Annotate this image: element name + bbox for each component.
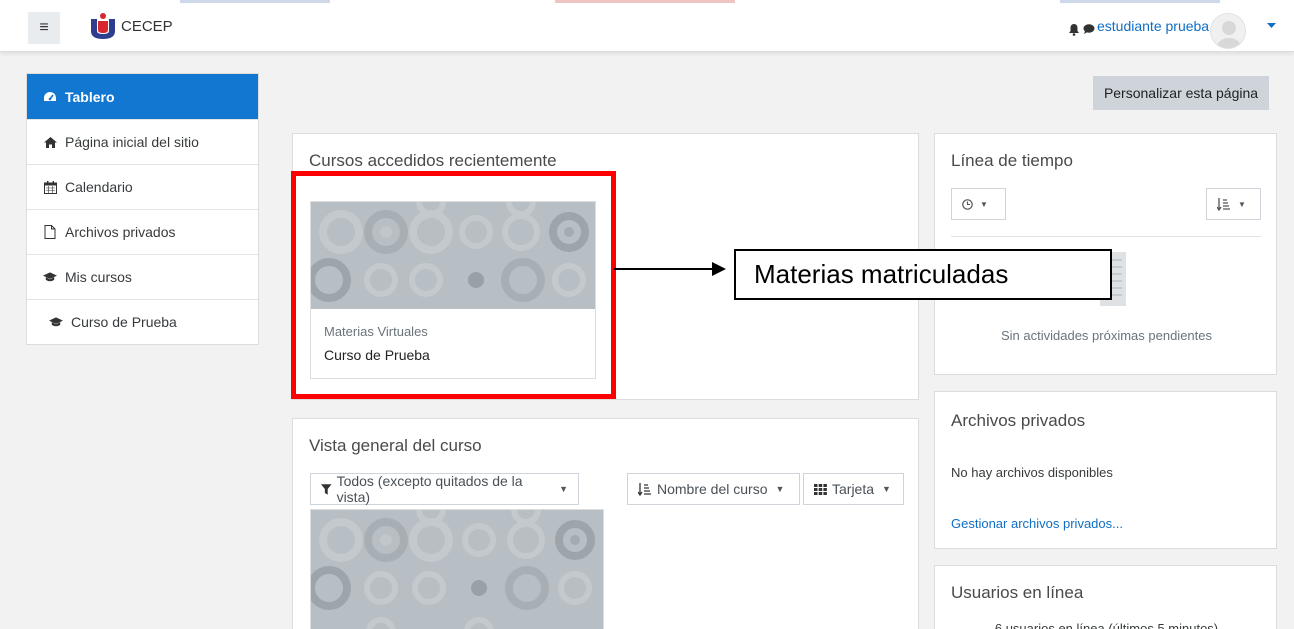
avatar[interactable]	[1210, 13, 1246, 49]
user-menu-name[interactable]: estudiante prueba	[1097, 18, 1209, 34]
chevron-down-icon: ▼	[775, 484, 785, 494]
site-name[interactable]: CECEP	[121, 18, 173, 35]
messages-chat-icon[interactable]	[1083, 23, 1095, 35]
annotation-callout: Materias matriculadas	[734, 249, 1112, 300]
chevron-down-icon: ▼	[980, 199, 988, 209]
notifications-bell-icon[interactable]	[1068, 23, 1080, 36]
sidebar-item-calendar[interactable]: Calendario	[27, 164, 258, 209]
sidebar-item-private-files[interactable]: Archivos privados	[27, 209, 258, 254]
chevron-down-icon: ▼	[559, 484, 568, 494]
course-overview-block: Vista general del curso Todos (excepto q…	[292, 418, 919, 629]
sidebar-item-label: Mis cursos	[65, 269, 132, 285]
home-icon	[43, 135, 57, 149]
sidebar-item-label: Archivos privados	[65, 224, 176, 240]
clock-icon	[962, 198, 973, 210]
sidebar-item-home[interactable]: Página inicial del sitio	[27, 119, 258, 164]
graduation-cap-icon	[49, 315, 63, 329]
course-image[interactable]	[311, 510, 603, 629]
sidebar-nav: Tablero Página inicial del sitio Calenda…	[26, 73, 259, 345]
menu-toggle-button[interactable]: ≡	[28, 12, 60, 44]
block-title: Cursos accedidos recientemente	[309, 151, 557, 170]
sort-label: Nombre del curso	[657, 481, 768, 497]
block-title: Archivos privados	[951, 411, 1086, 430]
course-sort-dropdown[interactable]: Nombre del curso ▼	[627, 473, 800, 505]
annotation-arrow-head	[712, 262, 726, 276]
sidebar-item-my-courses[interactable]: Mis cursos	[27, 254, 258, 299]
graduation-cap-icon	[43, 270, 57, 284]
block-title: Línea de tiempo	[951, 151, 1073, 170]
sidebar-item-label: Calendario	[65, 179, 133, 195]
annotation-arrow	[614, 268, 724, 270]
highlight-box	[291, 171, 616, 399]
private-files-block: Archivos privados No hay archivos dispon…	[934, 391, 1277, 549]
sidebar-item-label: Página inicial del sitio	[65, 134, 199, 150]
course-card[interactable]	[310, 509, 604, 629]
sort-icon	[638, 482, 651, 496]
filter-label: Todos (excepto quitados de la vista)	[336, 473, 523, 505]
chevron-down-icon: ▼	[1238, 199, 1246, 209]
site-logo[interactable]	[88, 11, 118, 41]
view-label: Tarjeta	[832, 481, 875, 497]
sidebar-item-label: Tablero	[65, 88, 115, 105]
filter-icon	[321, 483, 332, 495]
hamburger-icon: ≡	[39, 19, 49, 36]
timeline-sort-dropdown[interactable]: ▼	[1206, 188, 1261, 220]
timeline-filter-dropdown[interactable]: ▼	[951, 188, 1006, 220]
private-files-empty-text: No hay archivos disponibles	[951, 465, 1113, 480]
calendar-icon	[43, 180, 57, 194]
course-view-dropdown[interactable]: Tarjeta ▼	[803, 473, 904, 505]
navbar: ≡ CECEP estudiante prueba	[0, 4, 1294, 52]
grid-icon	[814, 483, 827, 495]
divider	[951, 236, 1261, 237]
block-title: Vista general del curso	[309, 436, 482, 455]
user-menu-caret-icon[interactable]	[1267, 23, 1276, 29]
customize-page-button[interactable]: Personalizar esta página	[1093, 76, 1269, 110]
file-icon	[43, 225, 57, 239]
sidebar-item-curso-de-prueba[interactable]: Curso de Prueba	[27, 299, 258, 344]
timeline-empty-text: Sin actividades próximas pendientes	[1000, 328, 1212, 343]
dashboard-icon	[43, 90, 57, 104]
manage-private-files-link[interactable]: Gestionar archivos privados...	[951, 516, 1123, 531]
block-title: Usuarios en línea	[951, 583, 1084, 602]
chevron-down-icon: ▼	[882, 484, 891, 494]
sidebar-item-label: Curso de Prueba	[71, 314, 177, 330]
course-filter-dropdown[interactable]: Todos (excepto quitados de la vista) ▼	[310, 473, 579, 505]
online-users-summary: 6 usuarios en línea (últimos 5 minutos)	[994, 621, 1219, 629]
sidebar-item-tablero[interactable]: Tablero	[27, 74, 258, 119]
online-users-block: Usuarios en línea 6 usuarios en línea (ú…	[934, 565, 1277, 629]
sort-icon	[1217, 197, 1230, 211]
